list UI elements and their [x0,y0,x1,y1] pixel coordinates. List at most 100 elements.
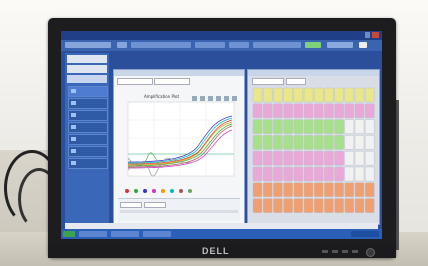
plate-well[interactable] [283,198,293,213]
plate-well[interactable] [303,198,314,213]
plate-well[interactable] [262,166,273,182]
plate-well[interactable] [344,87,355,103]
plate-well[interactable] [293,119,303,134]
plate-well[interactable] [364,182,375,198]
plate-well[interactable] [303,182,314,198]
plate-well[interactable] [283,182,293,198]
plate-well[interactable] [293,166,303,182]
nav-item[interactable] [68,134,108,145]
plate-well[interactable] [262,119,273,134]
plate-well[interactable] [273,87,283,103]
toolbar-button[interactable] [253,42,301,48]
plate-well[interactable] [334,135,344,150]
plate-well[interactable] [354,166,365,182]
toolbar-button[interactable] [65,42,111,48]
plate-well[interactable] [334,150,344,166]
plate-well[interactable] [324,150,334,166]
plate-well[interactable] [344,119,355,134]
nav-item[interactable] [68,86,108,97]
nav-section-run[interactable] [67,65,107,73]
plate-well[interactable] [324,103,334,118]
plate-well[interactable] [273,119,283,134]
plate-well[interactable] [262,150,273,166]
plate-well[interactable] [344,166,355,182]
plate-well[interactable] [283,166,293,182]
plate-well[interactable] [303,166,314,182]
plate-well[interactable] [283,119,293,134]
plate-well[interactable] [262,103,273,118]
toolbar-button[interactable] [117,42,127,48]
plate-well[interactable] [293,103,303,118]
plate-well[interactable] [324,166,334,182]
plate-well[interactable] [273,166,283,182]
view-select[interactable] [252,78,284,85]
plate-well[interactable] [334,103,344,118]
plate-well[interactable] [314,182,324,198]
plate-well[interactable] [273,150,283,166]
plate-well[interactable] [344,135,355,150]
plate-well[interactable] [303,119,314,134]
nav-item[interactable] [68,158,108,169]
plate-well[interactable] [354,182,365,198]
taskbar-task[interactable] [143,231,171,237]
nav-item[interactable] [68,146,108,157]
plate-well[interactable] [364,135,375,150]
plate-well[interactable] [314,150,324,166]
plate-well[interactable] [303,87,314,103]
toolbar-button[interactable] [131,42,191,48]
plate-well[interactable] [364,166,375,182]
nav-item[interactable] [68,122,108,133]
plate-well[interactable] [354,87,365,103]
taskbar-start-icon[interactable] [63,231,75,237]
nav-section-setup[interactable] [67,55,107,63]
plate-well[interactable] [303,150,314,166]
plate-well[interactable] [354,198,365,213]
monitor-button[interactable] [352,250,358,253]
nav-item[interactable] [68,110,108,121]
plate-well[interactable] [303,135,314,150]
plate-well[interactable] [314,135,324,150]
plate-well[interactable] [262,87,273,103]
plate-well[interactable] [354,135,365,150]
threshold-field[interactable] [144,202,166,208]
target-select[interactable] [120,202,142,208]
plate-well[interactable] [364,119,375,134]
toolbar-button[interactable] [327,42,353,48]
plate-well[interactable] [364,103,375,118]
toolbar-button[interactable] [229,42,249,48]
plate-well[interactable] [252,135,263,150]
nav-section-analysis[interactable] [67,75,107,83]
plate-well[interactable] [364,198,375,213]
plate-well[interactable] [293,135,303,150]
plate-well[interactable] [324,135,334,150]
plate-well[interactable] [344,150,355,166]
plate-well[interactable] [283,150,293,166]
plate-well[interactable] [283,103,293,118]
plate-well[interactable] [283,135,293,150]
power-button[interactable] [366,248,375,257]
plate-well[interactable] [314,103,324,118]
monitor-button[interactable] [342,250,348,253]
plate-well[interactable] [334,119,344,134]
plate-well[interactable] [324,198,334,213]
plate-well[interactable] [314,119,324,134]
plate-well[interactable] [252,182,263,198]
plate-well[interactable] [273,182,283,198]
plate-well[interactable] [334,182,344,198]
help-button[interactable] [359,42,367,48]
plate-well[interactable] [293,198,303,213]
minimize-button[interactable] [365,32,370,38]
plate-well[interactable] [283,87,293,103]
plate-well[interactable] [324,119,334,134]
plate-well[interactable] [293,182,303,198]
plate-well[interactable] [252,198,263,213]
plate-well[interactable] [354,150,365,166]
taskbar-task[interactable] [111,231,139,237]
plate-well[interactable] [273,135,283,150]
plate-well[interactable] [252,87,263,103]
monitor-button[interactable] [332,250,338,253]
plate-well[interactable] [262,135,273,150]
plate-well[interactable] [344,182,355,198]
plate-well[interactable] [252,150,263,166]
plate-well[interactable] [262,182,273,198]
